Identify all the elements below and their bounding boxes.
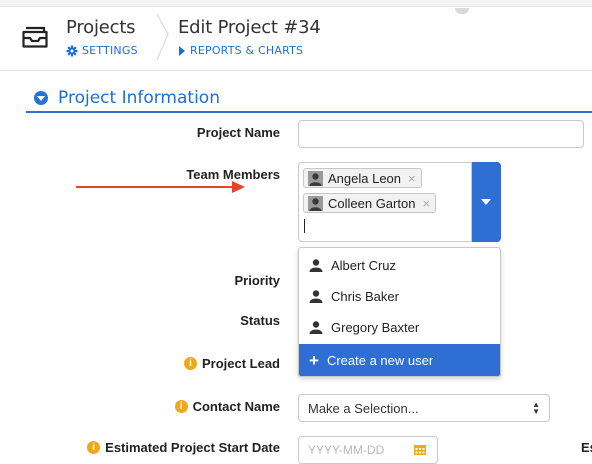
reports-charts-label[interactable]: REPORTS & CHARTS	[190, 44, 303, 57]
section-divider	[26, 111, 592, 113]
contact-name-label: i Contact Name	[174, 399, 280, 414]
user-icon	[309, 259, 323, 272]
start-date-label-text: Estimated Project Start Date	[105, 440, 280, 455]
scroll-indicator	[455, 8, 469, 14]
start-date-label: i Estimated Project Start Date	[87, 440, 280, 455]
project-name-label-text: Project Name	[196, 125, 280, 140]
collapse-toggle-icon[interactable]	[34, 91, 48, 105]
start-date-placeholder: YYYY-MM-DD	[308, 443, 385, 457]
settings-link[interactable]: SETTINGS	[66, 44, 138, 57]
dropdown-option[interactable]: Albert Cruz	[299, 250, 500, 280]
truncated-label: Es	[581, 440, 592, 455]
select-arrows-icon: ▲ ▼	[532, 400, 540, 416]
annotation-arrow	[76, 181, 245, 193]
project-lead-label: i Project Lead	[183, 356, 280, 371]
dropdown-option-label[interactable]: Chris Baker	[331, 289, 399, 304]
section-header[interactable]: Project Information	[34, 88, 220, 108]
reports-charts-link[interactable]: REPORTS & CHARTS	[178, 44, 321, 57]
remove-chip-icon[interactable]: ×	[408, 171, 416, 186]
team-member-chip: Colleen Garton ×	[303, 193, 437, 213]
team-members-dropdown: Albert Cruz Chris Baker Gregory Baxter +…	[298, 247, 501, 377]
info-icon[interactable]: i	[87, 441, 101, 454]
team-members-dropdown-toggle[interactable]	[472, 162, 501, 242]
breadcrumb-projects-title[interactable]: Projects	[66, 17, 138, 38]
breadcrumb-separator	[156, 14, 169, 60]
plus-icon: +	[309, 350, 319, 370]
priority-label-text: Priority	[234, 273, 280, 288]
info-icon[interactable]: i	[183, 357, 197, 370]
project-name-input[interactable]	[298, 120, 584, 148]
status-label-text: Status	[240, 313, 280, 328]
dropdown-option[interactable]: Gregory Baxter	[299, 312, 500, 342]
chip-label: Angela Leon	[328, 170, 402, 186]
contact-name-value[interactable]: Make a Selection...	[308, 401, 419, 416]
breadcrumb-edit-project: Edit Project #34 REPORTS & CHARTS	[178, 17, 321, 57]
text-cursor	[304, 219, 305, 233]
top-bar	[0, 0, 592, 7]
user-icon	[309, 290, 323, 303]
team-member-chip: Angela Leon ×	[303, 168, 422, 188]
info-icon[interactable]: i	[174, 400, 188, 413]
dropdown-option-label[interactable]: Gregory Baxter	[331, 320, 419, 335]
user-icon	[309, 321, 323, 334]
play-icon	[179, 45, 185, 56]
dropdown-option[interactable]: Chris Baker	[299, 281, 500, 311]
page-header: Projects SETTINGS Edit Project #34 REPOR…	[0, 0, 592, 71]
status-label: Status	[240, 313, 280, 328]
settings-link-label[interactable]: SETTINGS	[82, 44, 138, 57]
gear-icon	[66, 45, 78, 56]
chip-label: Colleen Garton	[328, 195, 416, 211]
contact-name-label-text: Contact Name	[192, 399, 280, 414]
contact-name-select[interactable]: Make a Selection... ▲ ▼	[298, 394, 550, 422]
section-title[interactable]: Project Information	[58, 88, 220, 108]
start-date-input[interactable]: YYYY-MM-DD	[298, 436, 438, 464]
user-icon	[308, 170, 323, 186]
project-lead-label-text: Project Lead	[201, 356, 280, 371]
priority-label: Priority	[234, 273, 280, 288]
create-new-user-option[interactable]: + Create a new user	[299, 344, 500, 376]
dropdown-option-label[interactable]: Albert Cruz	[331, 258, 396, 273]
remove-chip-icon[interactable]: ×	[422, 196, 430, 211]
user-icon	[308, 195, 323, 211]
folder-tray-icon	[22, 26, 48, 48]
project-name-label: Project Name	[197, 125, 280, 140]
create-new-user-label[interactable]: Create a new user	[327, 353, 433, 368]
page-title: Edit Project #34	[178, 17, 321, 38]
breadcrumb-projects[interactable]: Projects SETTINGS	[66, 17, 138, 57]
